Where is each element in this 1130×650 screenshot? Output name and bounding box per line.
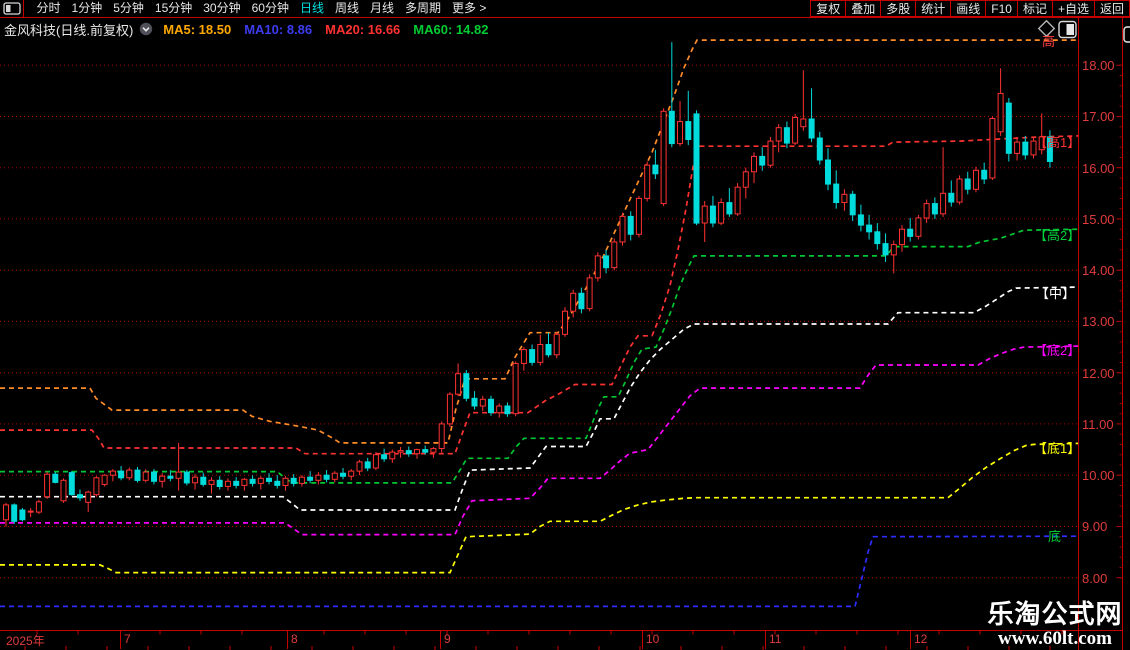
price-label-17.00: 17.00 xyxy=(1082,109,1115,125)
stock-title: 金风科技(日线.前复权) xyxy=(4,22,134,38)
price-label-15.00: 15.00 xyxy=(1082,211,1115,227)
button-标记[interactable]: 标记 xyxy=(1016,0,1052,17)
ma-value-MA10: MA10: 8.86 xyxy=(244,21,313,37)
price-label-14.00: 14.00 xyxy=(1082,263,1115,279)
price-label-10.00: 10.00 xyxy=(1082,468,1115,484)
button-复权[interactable]: 复权 xyxy=(810,0,846,17)
tab-分时[interactable]: 分时 xyxy=(37,0,61,17)
tab-5分钟[interactable]: 5分钟 xyxy=(113,0,144,17)
button-多股[interactable]: 多股 xyxy=(880,0,916,17)
toolbar-buttons: 复权 叠加 多股 统计 画线 F10 标记 +自选 返回 xyxy=(810,0,1130,17)
tab-月线[interactable]: 月线 xyxy=(370,0,394,17)
tab-多周期[interactable]: 多周期 xyxy=(405,0,441,17)
edge-panel-icon[interactable] xyxy=(1123,26,1130,43)
button-画线[interactable]: 画线 xyxy=(950,0,986,17)
tab-1分钟[interactable]: 1分钟 xyxy=(72,0,103,17)
band-label-zhong: 【中】 xyxy=(1036,286,1076,301)
ma-values: MA5: 18.50 MA10: 8.86 MA20: 16.66 MA60: 14.… xyxy=(163,22,501,37)
price-label-9.00: 9.00 xyxy=(1082,519,1108,535)
ma-value-MA60: MA60: 14.82 xyxy=(413,21,489,37)
stock-app-window: { "menu": { "items": [ {"label":"分时","ac… xyxy=(0,0,1130,650)
window-layout-icon[interactable] xyxy=(0,0,24,17)
tab-15分钟[interactable]: 15分钟 xyxy=(155,0,192,17)
watermark: 乐淘公式网 www.60lt.com xyxy=(980,599,1130,648)
band-label-gao1: 【高1】 xyxy=(1034,135,1078,150)
button-叠加[interactable]: 叠加 xyxy=(845,0,881,17)
button-统计[interactable]: 统计 xyxy=(915,0,951,17)
price-label-12.00: 12.00 xyxy=(1082,365,1115,381)
ma-value-MA20: MA20: 16.66 xyxy=(325,21,401,37)
tab-60分钟[interactable]: 60分钟 xyxy=(252,0,289,17)
menu-bar: 分时 1分钟 5分钟 15分钟 30分钟 60分钟 日线 周线 月线 多周期 更多 > 复权 叠加 多股… xyxy=(0,0,1130,18)
price-label-16.00: 16.00 xyxy=(1082,160,1115,176)
band-line-labels: 高【高1】【高2】【中】【底2】【底1】底 xyxy=(0,0,1078,650)
band-label-gao2: 【高2】 xyxy=(1034,228,1078,243)
period-tabs: 分时 1分钟 5分钟 15分钟 30分钟 60分钟 日线 周线 月线 多周期 更多 > xyxy=(31,0,492,17)
price-label-18.00: 18.00 xyxy=(1082,58,1115,74)
watermark-site-name: 乐淘公式网 xyxy=(987,599,1123,629)
band-label-di1: 【底1】 xyxy=(1034,441,1078,456)
ma-value-MA5: MA5: 18.50 xyxy=(163,21,232,37)
chevron-down-circle-icon[interactable] xyxy=(139,22,153,36)
button-返回[interactable]: 返回 xyxy=(1093,0,1130,17)
price-label-13.00: 13.00 xyxy=(1082,314,1115,330)
title-bar: 金风科技(日线.前复权) MA5: 18.50 MA10: 8.86 MA20: 1… xyxy=(0,19,501,39)
watermark-url: www.60lt.com xyxy=(998,628,1112,649)
button-F10[interactable]: F10 xyxy=(985,0,1017,17)
button-+自选[interactable]: +自选 xyxy=(1051,0,1094,17)
tab-30分钟[interactable]: 30分钟 xyxy=(203,0,240,17)
band-label-di: 底 xyxy=(1048,529,1062,544)
price-label-8.00: 8.00 xyxy=(1082,570,1108,586)
tab-日线[interactable]: 日线 xyxy=(300,0,324,17)
tab-更多 >[interactable]: 更多 > xyxy=(452,0,486,17)
tab-周线[interactable]: 周线 xyxy=(335,0,359,17)
price-label-11.00: 11.00 xyxy=(1082,416,1114,432)
band-label-di2: 【底2】 xyxy=(1034,343,1078,358)
band-label-gao: 高 xyxy=(1042,34,1056,49)
